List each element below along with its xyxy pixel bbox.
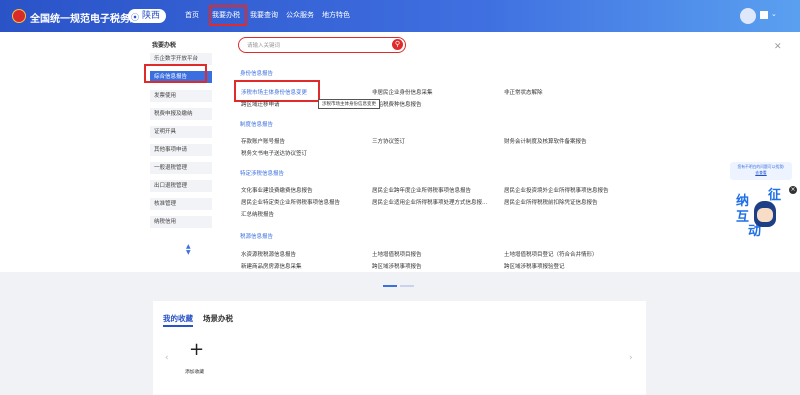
top-header: 全国统一规范电子税务局 ⦿ 陕西 首页 我要办税 我要查询 公众服务 地方特色 …	[0, 0, 800, 32]
link-specific-enterprise[interactable]: 居民企业特定类企业所得税事项信息报告	[241, 198, 340, 206]
tax-emblem-icon	[12, 9, 26, 23]
link-consolidated-filing[interactable]: 汇总纳税报告	[241, 210, 274, 218]
chevron-left-icon[interactable]: ‹	[165, 353, 169, 363]
section-title-system: 制度信息报告	[240, 122, 274, 128]
menu-item-general-refund[interactable]: 一般退税管理	[150, 162, 212, 174]
link-water-resource[interactable]: 水资源税税源信息报告	[241, 250, 296, 258]
link-nonresident-identity[interactable]: 非居民企业身份信息采集	[372, 88, 433, 96]
add-favorite-icon[interactable]: +	[189, 341, 204, 359]
menu-item-declaration[interactable]: 税费申报及缴纳	[150, 108, 212, 120]
region-selector[interactable]: ⦿ 陕西	[128, 9, 167, 23]
link-highlight-box	[234, 80, 320, 102]
mega-menu-panel	[0, 32, 800, 272]
menu-highlight-box	[144, 64, 207, 83]
user-avatar[interactable]	[740, 8, 756, 24]
link-land-value-project[interactable]: 土地增值税项目报告	[372, 250, 422, 258]
location-pin-icon: ⦿	[131, 13, 139, 22]
interaction-mascot[interactable]: 征 纳 互 动	[732, 186, 794, 239]
carousel-dot[interactable]	[400, 285, 414, 287]
mascot-face-icon	[757, 208, 773, 222]
link-processing-method[interactable]: 居民企业适用企业所得税事项处理方式信息报...	[372, 198, 487, 206]
tab-scenario-tax[interactable]: 场景办税	[203, 313, 233, 324]
link-accounting-system[interactable]: 财务会计制度及核算软件备案报告	[504, 137, 587, 145]
favorites-card: 我的收藏 场景办税 ‹ › + 添加收藏	[153, 301, 646, 395]
link-electronic-delivery[interactable]: 税务文书电子送达协议签订	[241, 149, 307, 157]
section-title-tax-source: 税源信息报告	[240, 234, 274, 240]
help-link[interactable]: 去查看	[730, 170, 792, 176]
link-land-value-merge[interactable]: 土地增值税项目登记（符合合并情形）	[504, 250, 598, 258]
close-mascot-icon[interactable]: ×	[789, 186, 797, 194]
menu-title: 我要办税	[152, 42, 177, 49]
nav-highlight-box	[209, 5, 247, 26]
nav-public-service[interactable]: 公众服务	[286, 10, 314, 20]
link-new-housing[interactable]: 新建商品房房源信息采集	[241, 262, 302, 270]
search-input[interactable]: 请输入关键词	[247, 41, 280, 49]
add-favorite-label[interactable]: 添加收藏	[185, 368, 204, 375]
search-icon[interactable]: ⚲	[392, 39, 403, 50]
tooltip: 涉税市场主体身份信息变更	[318, 99, 380, 109]
link-bank-account[interactable]: 存款账户账号报告	[241, 137, 285, 145]
link-culture-fee[interactable]: 文化事业建设费缴费信息报告	[241, 186, 313, 194]
menu-item-other-request[interactable]: 其他事项申请	[150, 144, 212, 156]
menu-square-icon[interactable]	[760, 11, 768, 19]
chevron-right-icon[interactable]: ›	[629, 353, 633, 363]
region-label: 陕西	[142, 11, 161, 21]
menu-scroll-icon[interactable]: ▲ ▼	[186, 244, 191, 256]
menu-item-invoice[interactable]: 发票使用	[150, 90, 212, 102]
nav-local-features[interactable]: 地方特色	[322, 10, 350, 20]
menu-item-credit[interactable]: 纳税信用	[150, 216, 212, 228]
link-cross-region-report[interactable]: 跨区域涉税事项报告	[372, 262, 422, 270]
nav-query[interactable]: 我要查询	[250, 10, 278, 20]
section-title-identity: 身份信息报告	[240, 71, 274, 77]
chevron-down-icon[interactable]: ⌄	[771, 10, 777, 18]
close-icon[interactable]: ✕	[774, 42, 782, 52]
carousel-dot-active[interactable]	[383, 285, 397, 287]
link-abnormal-status[interactable]: 非正常状态解除	[504, 88, 543, 96]
link-deduction-voucher[interactable]: 居民企业所得税税前扣除凭证信息报告	[504, 198, 598, 206]
site-title[interactable]: 全国统一规范电子税务局	[30, 10, 140, 25]
search-box[interactable]: 请输入关键词 ⚲	[238, 37, 406, 53]
menu-item-export-refund[interactable]: 出口退税管理	[150, 180, 212, 192]
link-overseas-investment[interactable]: 居民企业投资境外企业所得税事项信息报告	[504, 186, 609, 194]
link-cross-year-income[interactable]: 居民企业跨年度企业所得税事项信息报告	[372, 186, 471, 194]
section-title-specific: 特定涉税信息报告	[240, 171, 285, 177]
link-tripartite-agreement[interactable]: 三方协议签订	[372, 137, 405, 145]
menu-item-approval[interactable]: 核准管理	[150, 198, 212, 210]
tab-my-favorites[interactable]: 我的收藏	[163, 313, 193, 324]
mascot-char-1: 征	[768, 188, 782, 203]
nav-home[interactable]: 首页	[185, 10, 199, 20]
link-cross-region-migration[interactable]: 跨区域迁移申请	[241, 100, 280, 108]
menu-item-certificate[interactable]: 证明开具	[150, 126, 212, 138]
link-cross-region-inspection[interactable]: 跨区域涉税事项报验登记	[504, 262, 565, 270]
tab-underline	[163, 325, 193, 327]
help-card[interactable]: 您有不明白的问题可以找我! 去查看	[730, 162, 792, 180]
